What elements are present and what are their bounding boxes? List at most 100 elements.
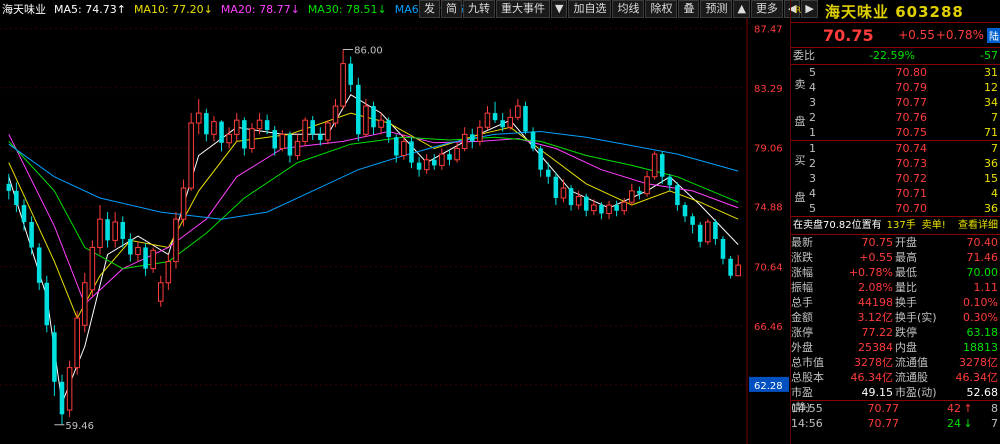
stat-label: 市盈(静) xyxy=(791,386,813,414)
stat-row: 涨停 77.22 跌停 63.18 xyxy=(791,325,1000,340)
candle-body-up xyxy=(735,264,741,277)
buy-level-row[interactable]: 2 70.73 36 xyxy=(809,156,1000,171)
view-details-link[interactable]: 查看详细 xyxy=(958,217,1000,234)
candle-body-down xyxy=(523,106,528,132)
ma-legend-item: MA30: 78.51↓ xyxy=(307,2,387,16)
candle-body-up xyxy=(226,133,232,144)
candle-body-down xyxy=(690,216,695,225)
toolbar-button[interactable]: 更多 xyxy=(750,0,783,18)
candle-body-down xyxy=(371,106,376,128)
stock-header: R 海天味业 603288 xyxy=(791,0,1000,23)
stat-label: 金额 xyxy=(791,311,813,324)
toolbar-button[interactable]: 重大事件 xyxy=(496,0,550,18)
candle-body-down xyxy=(568,188,574,206)
stat-label: 跌停 xyxy=(895,326,917,339)
side-char: 卖 xyxy=(794,77,806,91)
toolbar-button[interactable]: 预测 xyxy=(700,0,733,18)
level-index: 2 xyxy=(809,157,816,170)
stat-label: 流通值 xyxy=(895,356,928,369)
sell-level-row[interactable]: 1 70.75 71 xyxy=(809,125,1000,140)
candle-body-down xyxy=(409,141,414,163)
candle-body-down xyxy=(614,205,619,211)
candle-body-up xyxy=(363,105,369,135)
candle-body-up xyxy=(89,246,96,291)
stat-value: 70.00 xyxy=(966,266,999,279)
candle-body-up xyxy=(591,204,597,212)
sell-level-row[interactable]: 5 70.80 31 xyxy=(809,65,1000,80)
candle-body-down xyxy=(697,224,703,242)
toolbar-button[interactable]: 简 xyxy=(441,0,462,18)
candle-body-down xyxy=(21,205,27,222)
candle-body-up xyxy=(150,249,156,270)
ma-legend: 海天味业 MA5: 74.73↑ MA10: 77.20↓ MA20: 78.77↓ M… xyxy=(0,0,474,18)
candle-body-up xyxy=(651,153,658,178)
candle-body-down xyxy=(530,131,536,149)
level-volume: 36 xyxy=(984,157,998,170)
y-tick-label: 79.06 xyxy=(754,144,783,155)
buy-side-label: 买盘 xyxy=(791,141,809,216)
sell-side-label: 卖盘 xyxy=(791,65,809,140)
toolbar-button[interactable]: 均线 xyxy=(612,0,645,18)
sell-level-row[interactable]: 3 70.77 34 xyxy=(809,95,1000,110)
level-price: 70.74 xyxy=(895,142,928,155)
price-axis: 87.47 83.29 79.06 74.88 70.64 66.46 62.28 xyxy=(749,25,789,392)
stat-label: 涨幅 xyxy=(791,266,813,279)
level-volume: 15 xyxy=(984,172,998,185)
toolbar-button[interactable]: 加自选 xyxy=(568,0,612,18)
stat-value: 49.15 xyxy=(861,386,894,399)
candlestick-chart[interactable]: 86.00 59.46 87.47 83.29 79.06 74.88 70.64 66.4… xyxy=(0,0,790,444)
stat-value: 70.40 xyxy=(966,236,999,249)
toolbar-button[interactable]: 九转 xyxy=(463,0,495,18)
chart-toolbar: 发简九转 重大事件 ▼ 加自选 均线 除权叠预测 ▲ 更多 ◀ ▶ xyxy=(419,0,819,18)
candle-body-down xyxy=(264,120,270,131)
candle-body-up xyxy=(461,133,468,149)
level-price: 70.76 xyxy=(895,111,928,124)
candle-body-down xyxy=(682,205,688,217)
level-volume: 71 xyxy=(984,126,998,139)
candle-body-up xyxy=(294,140,301,157)
sell-level-row[interactable]: 2 70.76 7 xyxy=(809,110,1000,125)
buy-level-row[interactable]: 1 70.74 7 xyxy=(809,141,1000,156)
buy-level-row[interactable]: 4 70.71 4 xyxy=(809,186,1000,201)
candle-body-down xyxy=(204,113,209,135)
stat-value: +0.78% xyxy=(848,266,893,279)
stat-label: 振幅 xyxy=(791,281,813,294)
y-tick-label: 87.47 xyxy=(754,25,783,36)
candle-body-down xyxy=(128,238,133,255)
order-position-row: 在卖盘70.82位置有 137手 卖单! 查看详细 xyxy=(791,217,1000,235)
tick-volume: 42 xyxy=(947,402,961,415)
toolbar-arrow-icon[interactable]: ▼ xyxy=(551,0,568,18)
candle-body-down xyxy=(538,148,543,170)
stat-value: 44198 xyxy=(858,296,893,309)
level-index: 1 xyxy=(809,126,816,139)
stat-value: 18813 xyxy=(963,341,998,354)
stat-value: 77.22 xyxy=(861,326,894,339)
buy-level-row[interactable]: 5 70.70 36 xyxy=(809,201,1000,216)
quote-stats: 最新 70.75 开盘 70.40 涨跌 +0.55 最高 71.46 涨幅 +0.78% 最低 70… xyxy=(791,235,1000,414)
toolbar-button[interactable]: 除权 xyxy=(645,0,678,18)
stat-label: 最新 xyxy=(791,236,813,249)
sell-level-row[interactable]: 4 70.79 12 xyxy=(809,80,1000,95)
ma30-line xyxy=(8,136,739,270)
buy-level-row[interactable]: 3 70.72 15 xyxy=(809,171,1000,186)
candle-body-up xyxy=(401,140,407,157)
toolbar-button[interactable]: 发 xyxy=(419,0,440,18)
candle-body-up xyxy=(575,196,582,206)
candle-body-up xyxy=(211,121,217,135)
position-tag: 卖单! xyxy=(921,220,946,231)
candle-body-down xyxy=(583,196,589,211)
candle-body-up xyxy=(74,317,80,369)
ma10-line xyxy=(8,112,739,320)
stat-label: 流通股 xyxy=(895,371,928,384)
toolbar-arrow-icon[interactable]: ▲ xyxy=(733,0,750,18)
stat-label: 最低 xyxy=(895,266,917,279)
stat-row: 涨幅 +0.78% 最低 70.00 xyxy=(791,265,1000,280)
toolbar-button[interactable]: 叠 xyxy=(678,0,700,18)
candle-body-down xyxy=(492,113,498,121)
candle-body-up xyxy=(477,126,483,142)
stat-value: 63.18 xyxy=(966,326,999,339)
stat-row: 市盈(静) 49.15 市盈(动) 52.68 xyxy=(791,385,1000,414)
level-volume: 36 xyxy=(984,202,998,215)
ma-legend-item: MA10: 77.20↓ xyxy=(133,2,213,16)
candle-body-down xyxy=(720,238,726,259)
